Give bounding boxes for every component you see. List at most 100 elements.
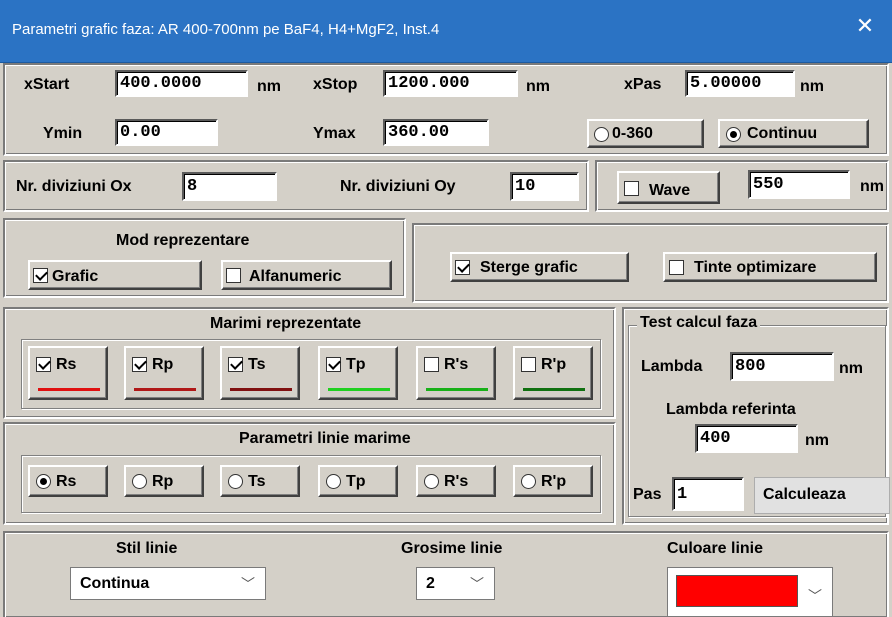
marimi-checkbox-rp[interactable]: Rp: [124, 346, 204, 400]
marimi-label: Tp: [346, 356, 366, 373]
marimi-checkbox-rprime-p[interactable]: R'p: [513, 346, 593, 400]
checkbox-checked-icon: [132, 357, 147, 372]
checkbox-icon: [669, 260, 684, 275]
calculeaza-button[interactable]: Calculeaza: [754, 477, 890, 514]
linie-radio-rprime-s[interactable]: R's: [416, 465, 496, 497]
stil-linie-label: Stil linie: [116, 540, 178, 557]
line-color-sample: [38, 388, 100, 391]
tinte-optimizare-label: Tinte optimizare: [694, 259, 817, 276]
grosime-linie-value: 2: [426, 575, 435, 592]
linie-radio-tp[interactable]: Tp: [318, 465, 398, 497]
radio-selected-icon: [36, 474, 51, 489]
wave-input[interactable]: [748, 170, 850, 199]
ymin-label: Ymin: [43, 125, 83, 142]
xstart-input[interactable]: [115, 70, 248, 97]
radio-selected-icon: [726, 127, 741, 142]
pas-label: Pas: [633, 486, 662, 503]
div-ox-label: Nr. diviziuni Ox: [16, 178, 132, 195]
div-oy-label: Nr. diviziuni Oy: [340, 178, 456, 195]
linie-radio-ts[interactable]: Ts: [220, 465, 300, 497]
grafic-label: Grafic: [52, 268, 99, 285]
pas-input[interactable]: [672, 477, 744, 511]
marimi-checkbox-rs[interactable]: Rs: [28, 346, 108, 400]
checkbox-checked-icon: [36, 357, 51, 372]
linie-label: Rp: [152, 473, 174, 490]
stil-linie-value: Continua: [80, 575, 150, 592]
linie-radio-rs[interactable]: Rs: [28, 465, 108, 497]
checkbox-icon: [624, 181, 639, 196]
linie-label: Ts: [248, 473, 266, 490]
linie-radio-rprime-p[interactable]: R'p: [513, 465, 593, 497]
div-oy-input[interactable]: [510, 172, 579, 201]
checkbox-checked-icon: [228, 357, 243, 372]
grosime-linie-dropdown[interactable]: 2 ﹀: [416, 567, 495, 600]
xstop-unit: nm: [526, 78, 550, 95]
alfanumeric-checkbox[interactable]: Alfanumeric: [221, 260, 392, 290]
grafic-checkbox[interactable]: Grafic: [28, 260, 202, 290]
sterge-grafic-checkbox[interactable]: Sterge grafic: [450, 252, 629, 282]
lambda-ref-unit: nm: [805, 432, 829, 449]
lambda-ref-input[interactable]: [695, 424, 798, 453]
linie-label: R'p: [541, 473, 567, 490]
radio-icon: [326, 474, 341, 489]
marimi-label: R's: [444, 356, 469, 373]
marimi-checkbox-ts[interactable]: Ts: [220, 346, 300, 400]
alfanumeric-label: Alfanumeric: [249, 268, 342, 285]
line-color-sample: [230, 388, 292, 391]
sterge-grafic-label: Sterge grafic: [480, 259, 578, 276]
line-color-sample: [134, 388, 196, 391]
xstart-label: xStart: [24, 76, 70, 93]
checkbox-checked-icon: [326, 357, 341, 372]
radio-icon: [132, 474, 147, 489]
mode-0-360-label: 0-360: [612, 125, 653, 142]
marimi-checkbox-tp[interactable]: Tp: [318, 346, 398, 400]
marimi-label: Rs: [56, 356, 77, 373]
chevron-down-icon: ﹀: [241, 577, 255, 593]
line-color-sample: [523, 388, 585, 391]
marimi-label: Ts: [248, 356, 266, 373]
title-bar: Parametri grafic faza: AR 400-700nm pe B…: [0, 0, 892, 63]
wave-label: Wave: [649, 182, 691, 199]
mod-title: Mod reprezentare: [116, 232, 250, 249]
lambda-label: Lambda: [641, 358, 703, 375]
dialog-window: Parametri grafic faza: AR 400-700nm pe B…: [0, 0, 892, 617]
line-color-sample: [426, 388, 488, 391]
marimi-title: Marimi reprezentate: [210, 315, 362, 332]
checkbox-icon: [521, 357, 536, 372]
close-icon[interactable]: ✕: [850, 12, 880, 42]
color-swatch: [676, 575, 798, 607]
linie-label: R's: [444, 473, 469, 490]
radio-icon: [594, 127, 609, 142]
mode-continuu-label: Continuu: [747, 125, 818, 142]
stil-linie-dropdown[interactable]: Continua ﹀: [70, 567, 266, 600]
lambda-input[interactable]: [730, 352, 834, 381]
lambda-ref-label: Lambda referinta: [666, 401, 796, 418]
wave-checkbox[interactable]: Wave: [617, 171, 720, 204]
mode-continuu-radio[interactable]: Continuu: [718, 119, 869, 148]
ymax-label: Ymax: [313, 125, 356, 142]
xstart-unit: nm: [257, 78, 281, 95]
div-ox-input[interactable]: [182, 172, 277, 201]
line-color-sample: [328, 388, 390, 391]
marimi-label: Rp: [152, 356, 174, 373]
linie-radio-rp[interactable]: Rp: [124, 465, 204, 497]
xpas-input[interactable]: [685, 70, 795, 97]
xpas-label: xPas: [624, 76, 662, 93]
culoare-linie-label: Culoare linie: [667, 540, 764, 557]
ymin-input[interactable]: [115, 119, 218, 146]
test-title: Test calcul faza: [637, 314, 761, 332]
xstop-label: xStop: [313, 76, 358, 93]
lambda-unit: nm: [839, 360, 863, 377]
checkbox-checked-icon: [455, 260, 470, 275]
radio-icon: [228, 474, 243, 489]
chevron-down-icon: ﹀: [470, 577, 484, 593]
ymax-input[interactable]: [383, 119, 489, 146]
checkbox-icon: [424, 357, 439, 372]
tinte-optimizare-checkbox[interactable]: Tinte optimizare: [663, 252, 877, 282]
culoare-linie-dropdown[interactable]: ﹀: [667, 567, 833, 617]
linie-label: Tp: [346, 473, 366, 490]
marimi-checkbox-rprime-s[interactable]: R's: [416, 346, 496, 400]
checkbox-checked-icon: [33, 268, 48, 283]
xstop-input[interactable]: [383, 70, 518, 97]
mode-0-360-radio[interactable]: 0-360: [587, 119, 704, 148]
